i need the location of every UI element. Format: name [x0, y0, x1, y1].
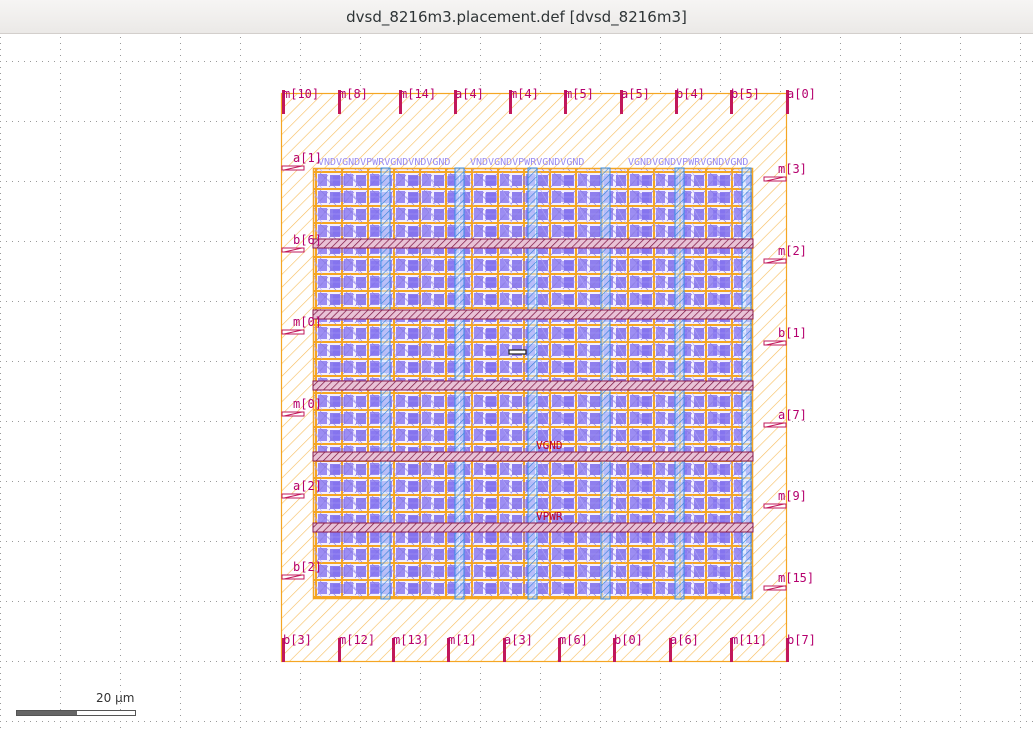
pin-label: m[1] [448, 633, 477, 647]
power-rail-hatch [312, 309, 754, 320]
window-titlebar[interactable]: dvsd_8216m3.placement.def [dvsd_8216m3] [0, 0, 1033, 34]
pin-label: b[7] [787, 633, 816, 647]
pin-label: b[1] [778, 326, 807, 340]
pin-label: m[2] [778, 244, 807, 258]
pin-label: a[0] [787, 87, 816, 101]
power-rail-hatch [312, 451, 754, 462]
pin-label: m[10] [283, 87, 319, 101]
pin-label: m[14] [400, 87, 436, 101]
net-label-vpwr: VPWR [536, 510, 563, 523]
pin-label: m[3] [778, 162, 807, 176]
pin-label: m[11] [731, 633, 767, 647]
net-label-vgnd: VGND [536, 439, 563, 452]
pin-label: m[15] [778, 571, 814, 585]
pin-label: a[7] [778, 408, 807, 422]
window-title: dvsd_8216m3.placement.def [dvsd_8216m3] [346, 8, 687, 26]
pin-label: m[5] [565, 87, 594, 101]
pin-label: a[2] [293, 479, 322, 493]
pin-label: m[9] [778, 489, 807, 503]
pin-label: m[0] [293, 397, 322, 411]
pin-label: m[0] [293, 315, 322, 329]
cell-label: VNDVGNDVPWRVGNDVGND [470, 157, 584, 168]
pin-label: b[0] [614, 633, 643, 647]
cell-label: VNDVGNDVPWRVGNDVNDVGND [318, 157, 450, 168]
pin-label: m[13] [393, 633, 429, 647]
pin-label: a[6] [670, 633, 699, 647]
pin-label: b[6] [293, 233, 322, 247]
scale-bar-fill [17, 711, 77, 715]
pin-label: b[5] [731, 87, 760, 101]
pin-label: a[4] [455, 87, 484, 101]
layout-canvas[interactable]: VNDVGNDVPWRVGNDVNDVGND VNDVGNDVPWRVGNDVG… [0, 34, 1033, 729]
power-rail-hatch [312, 522, 754, 533]
pin-label: m[12] [339, 633, 375, 647]
pin-label: a[1] [293, 151, 322, 165]
pin-label: b[4] [676, 87, 705, 101]
scale-bar [16, 710, 136, 716]
scale-bar-label: 20 µm [96, 691, 135, 705]
power-rail-hatch [312, 380, 754, 391]
pin-label: m[6] [559, 633, 588, 647]
pin-label: b[3] [283, 633, 312, 647]
cell-name-labels: VNDVGNDVPWRVGNDVNDVGND VNDVGNDVPWRVGNDVG… [318, 157, 748, 168]
layout-view[interactable]: VNDVGNDVPWRVGNDVNDVGND VNDVGNDVPWRVGNDVG… [0, 34, 1033, 729]
selected-cell-marker[interactable] [508, 349, 527, 355]
pin-label: m[4] [510, 87, 539, 101]
pin-label: a[3] [504, 633, 533, 647]
cell-label: VGNDVGNDVPWRVGNDVGND [628, 157, 748, 168]
pin-label: b[2] [293, 560, 322, 574]
pin-label: m[8] [339, 87, 368, 101]
power-rail-hatch [312, 238, 754, 249]
pin-label: a[5] [621, 87, 650, 101]
